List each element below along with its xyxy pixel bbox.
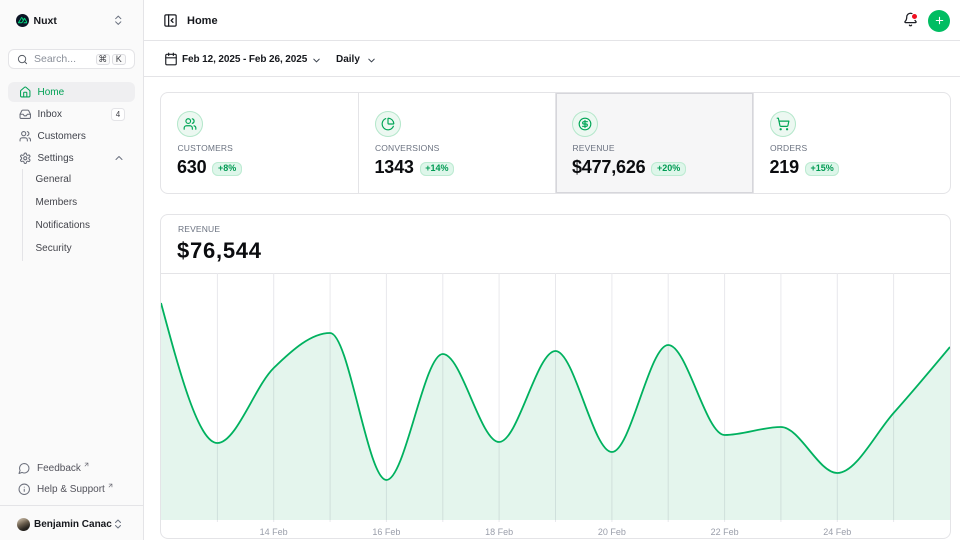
svg-text:18 Feb: 18 Feb xyxy=(485,527,513,537)
svg-text:20 Feb: 20 Feb xyxy=(598,527,626,537)
svg-text:22 Feb: 22 Feb xyxy=(711,527,739,537)
svg-text:14 Feb: 14 Feb xyxy=(260,527,288,537)
svg-text:24 Feb: 24 Feb xyxy=(823,527,851,537)
svg-text:16 Feb: 16 Feb xyxy=(372,527,400,537)
